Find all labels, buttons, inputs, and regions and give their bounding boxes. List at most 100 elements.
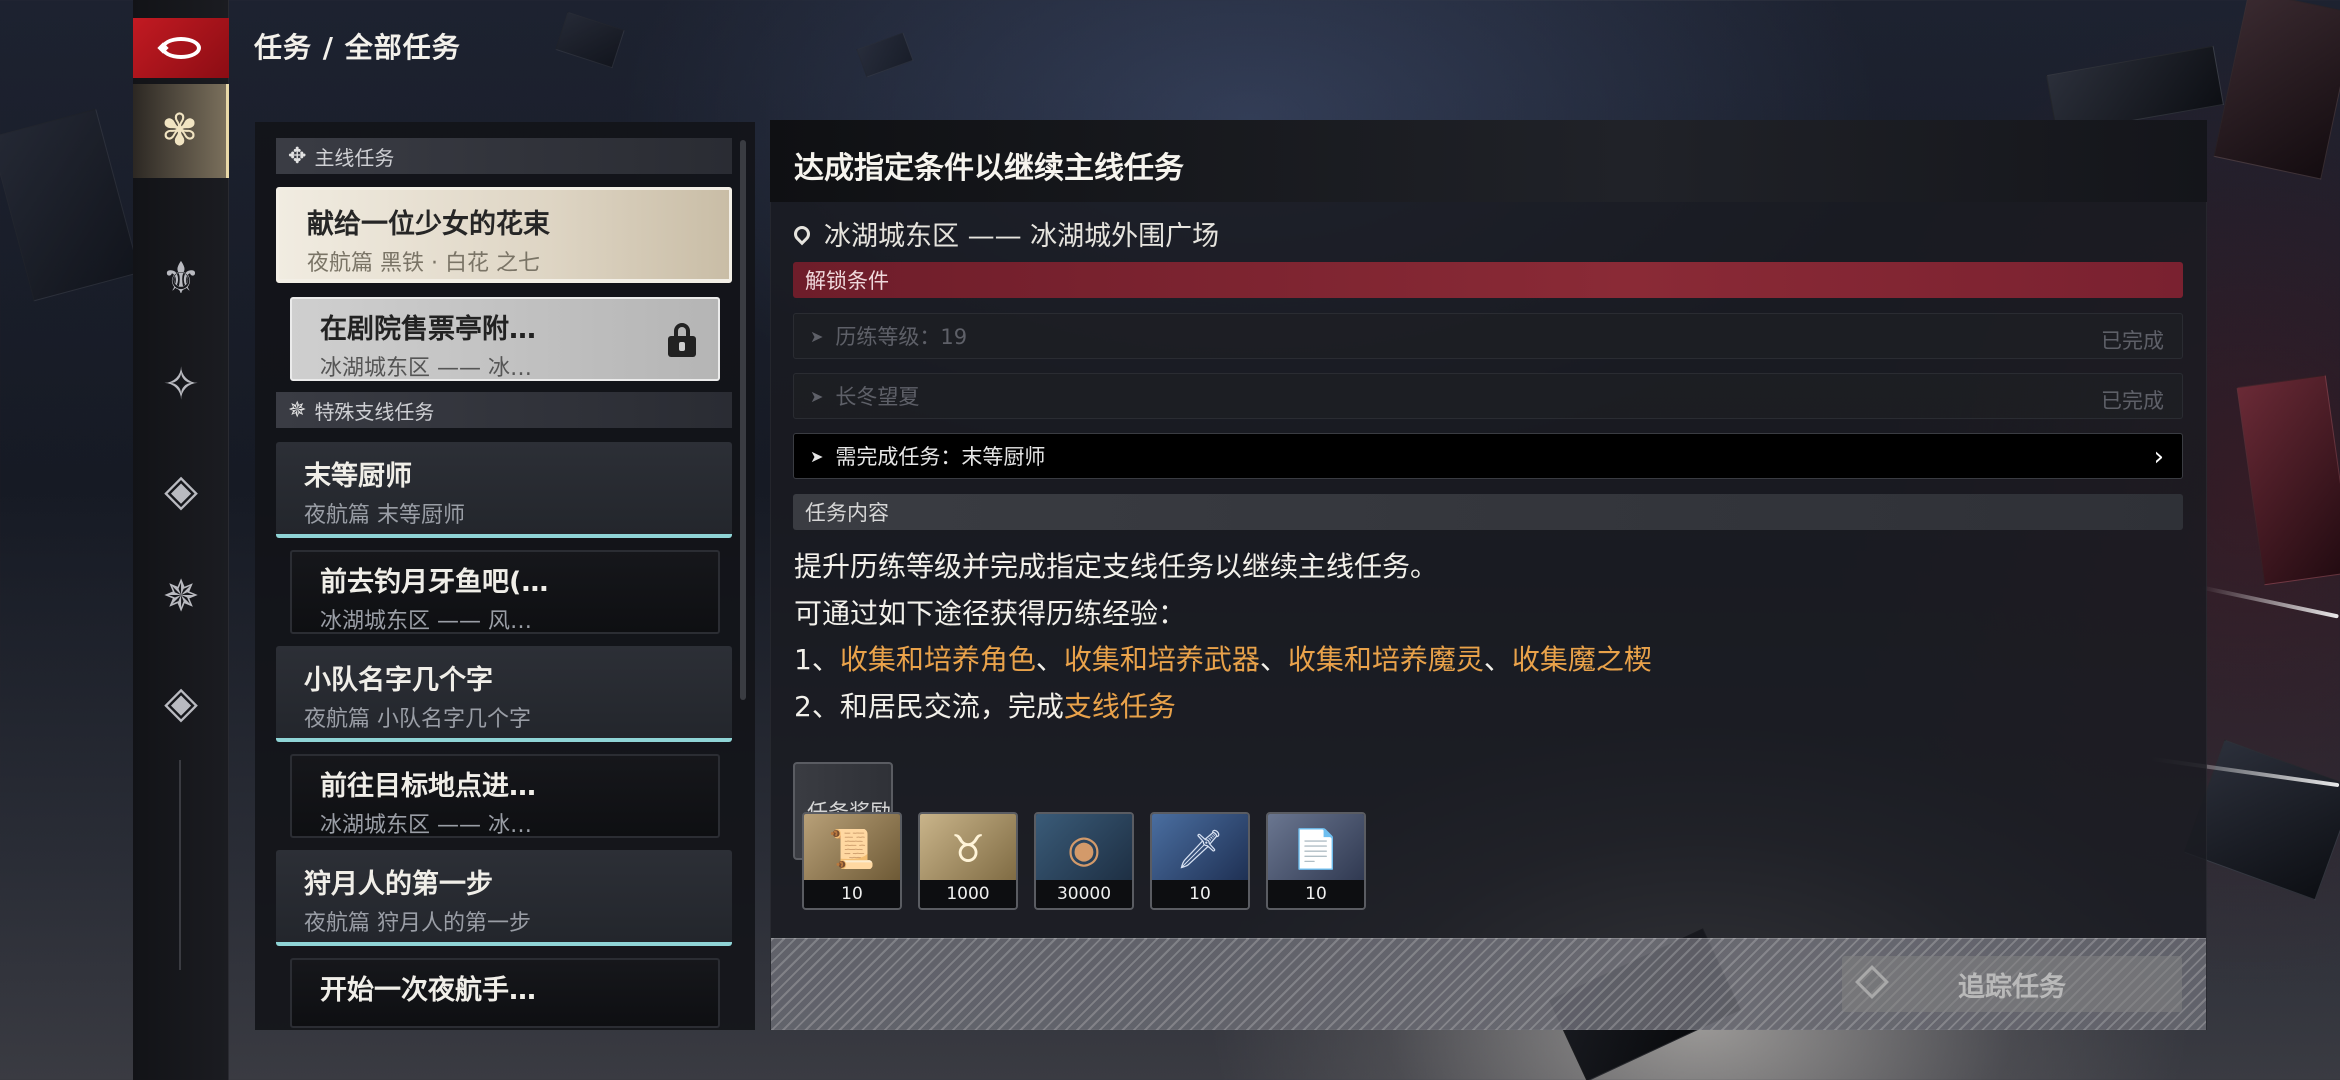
- task-item[interactable]: 前去钓月牙鱼吧(… 冰湖城东区 —— 风…: [290, 550, 720, 634]
- task-item[interactable]: 末等厨师 夜航篇 末等厨师: [276, 442, 732, 538]
- main-quest-icon: ✥: [288, 143, 307, 169]
- link-collect-spirits[interactable]: 收集和培养魔灵: [1288, 643, 1484, 676]
- main-quest-header: ✥ 主线任务: [276, 138, 732, 174]
- track-task-button[interactable]: 追踪任务: [1842, 956, 2182, 1012]
- condition-status: 已完成: [2101, 329, 2164, 353]
- scroll-item-icon: 📜: [804, 814, 900, 884]
- rail-tab-3[interactable]: ✧: [133, 338, 229, 432]
- reward-quantity: 1000: [920, 880, 1016, 908]
- condition-status: 已完成: [2101, 389, 2164, 413]
- reward-list: 📜 10 ♉ 1000 ◉ 30000 🗡 10 📄 10: [802, 812, 1366, 910]
- rail-tab-5[interactable]: ✵: [133, 550, 229, 644]
- task-name: 末等厨师: [304, 461, 412, 492]
- task-subtitle: 冰湖城东区 —— 冰…: [320, 813, 532, 838]
- separator: 、: [1483, 643, 1512, 676]
- link-collect-wedges[interactable]: 收集魔之楔: [1512, 643, 1652, 676]
- unlock-conditions-header: 解锁条件: [793, 262, 2183, 298]
- reward-item[interactable]: ♉ 1000: [918, 812, 1018, 910]
- task-list-scrollbar[interactable]: [740, 140, 746, 700]
- back-eye-icon: [161, 37, 201, 59]
- floating-shard: [2236, 374, 2340, 586]
- side-quest-header: ✵ 特殊支线任务: [276, 392, 732, 428]
- task-item[interactable]: 前往目标地点进… 冰湖城东区 —— 冰…: [290, 754, 720, 838]
- breadcrumb: 任务 / 全部任务: [254, 31, 461, 64]
- task-item[interactable]: 狩月人的第一步 夜航篇 狩月人的第一步: [276, 850, 732, 946]
- track-task-label: 追踪任务: [1958, 971, 2066, 1003]
- arrow-icon: ➤: [810, 386, 824, 406]
- content-line: 2、和居民交流，完成支线任务: [794, 685, 1176, 725]
- side-quest-icon: ✵: [288, 397, 307, 423]
- back-button[interactable]: [133, 18, 229, 78]
- horned-emblem-icon: ♉: [920, 814, 1016, 884]
- light-streak: [2201, 585, 2339, 619]
- diamond-icon: ◈: [164, 677, 198, 728]
- task-subtitle: 夜航篇 末等厨师: [304, 503, 465, 528]
- rail-tab-4[interactable]: ◈: [133, 444, 229, 538]
- task-item[interactable]: 小队名字几个字 夜航篇 小队名字几个字: [276, 646, 732, 742]
- rail-tab-2[interactable]: ⚜: [133, 232, 229, 326]
- task-content-header: 任务内容: [793, 494, 2183, 530]
- reward-quantity: 10: [1152, 880, 1248, 908]
- task-item-locked[interactable]: 在剧院售票亭附… 冰湖城东区 —— 冰…: [290, 297, 720, 381]
- task-item[interactable]: 献给一位少女的花束 夜航篇 黑铁 · 白花 之七: [276, 187, 732, 283]
- fleur-emblem-icon: ⚜: [161, 253, 201, 304]
- task-name: 在剧院售票亭附…: [320, 314, 536, 345]
- task-subtitle: 冰湖城东区 —— 风…: [320, 609, 532, 634]
- bronze-coin-icon: ◉: [1036, 814, 1132, 884]
- reward-quantity: 10: [804, 880, 900, 908]
- task-name: 献给一位少女的花束: [307, 209, 550, 240]
- flower-emblem-icon: ✾: [161, 105, 198, 156]
- content-line: 提升历练等级并完成指定支线任务以继续主线任务。: [794, 550, 1439, 583]
- task-item[interactable]: 开始一次夜航手…: [290, 958, 720, 1028]
- condition-text: 需完成任务：末等厨师: [835, 445, 1046, 469]
- link-collect-characters[interactable]: 收集和培养角色: [840, 643, 1036, 676]
- condition-text: 长冬望夏: [835, 385, 920, 409]
- link-collect-weapons[interactable]: 收集和培养武器: [1064, 643, 1260, 676]
- separator: 、: [1259, 643, 1288, 676]
- task-name: 狩月人的第一步: [304, 869, 493, 900]
- condition-row: ➤ 长冬望夏 已完成: [793, 373, 2183, 419]
- star-diamond-icon: ✧: [162, 359, 200, 410]
- floating-shard: [0, 108, 141, 302]
- task-name: 开始一次夜航手…: [320, 975, 536, 1006]
- content-line: 1、收集和培养角色、收集和培养武器、收集和培养魔灵、收集魔之楔: [794, 638, 1652, 678]
- task-subtitle: 夜航篇 狩月人的第一步: [304, 911, 531, 936]
- task-name: 小队名字几个字: [304, 665, 493, 696]
- content-line: 可通过如下途径获得历练经验：: [794, 597, 1187, 630]
- location-text: 冰湖城东区 —— 冰湖城外围广场: [824, 221, 1220, 252]
- gear-emblem-icon: ✵: [162, 571, 200, 622]
- line-prefix: 2、和居民交流，完成: [794, 690, 1064, 723]
- task-subtitle: 夜航篇 黑铁 · 白花 之七: [307, 251, 540, 276]
- reward-item[interactable]: 📜 10: [802, 812, 902, 910]
- condition-row-link[interactable]: ➤ 需完成任务：末等厨师 ›: [793, 433, 2183, 479]
- condition-row: ➤ 历练等级：19 已完成: [793, 313, 2183, 359]
- detail-title: 达成指定条件以继续主线任务: [794, 151, 1184, 186]
- rail-tab-main[interactable]: ✾: [133, 84, 229, 178]
- task-subtitle: 冰湖城东区 —— 冰…: [320, 356, 532, 381]
- location-pin-icon: [790, 222, 814, 245]
- reward-item[interactable]: ◉ 30000: [1034, 812, 1134, 910]
- line-prefix: 1、: [794, 643, 840, 676]
- reward-item[interactable]: 🗡 10: [1150, 812, 1250, 910]
- location: 冰湖城东区 —— 冰湖城外围广场: [790, 214, 1220, 253]
- reward-quantity: 10: [1268, 880, 1364, 908]
- main-quest-header-label: 主线任务: [314, 145, 395, 170]
- floating-shard: [555, 11, 625, 69]
- track-icon: [1855, 965, 1889, 999]
- task-name: 前往目标地点进…: [320, 771, 536, 802]
- floating-shard: [2213, 0, 2340, 180]
- rail-tab-6[interactable]: ◈: [133, 656, 229, 750]
- arrow-icon: ➤: [810, 446, 824, 466]
- task-name: 前去钓月牙鱼吧(…: [320, 567, 549, 598]
- link-side-quests[interactable]: 支线任务: [1064, 690, 1176, 723]
- reward-item[interactable]: 📄 10: [1266, 812, 1366, 910]
- lock-icon: [668, 323, 696, 357]
- sword-card-icon: 🗡: [1152, 814, 1248, 884]
- rail-divider: [179, 760, 181, 970]
- reward-quantity: 30000: [1036, 880, 1132, 908]
- side-quest-header-label: 特殊支线任务: [314, 399, 435, 424]
- arrow-icon: ➤: [810, 326, 824, 346]
- separator: 、: [1035, 643, 1064, 676]
- diamond-shield-icon: ◈: [164, 465, 198, 516]
- task-subtitle: 夜航篇 小队名字几个字: [304, 707, 531, 732]
